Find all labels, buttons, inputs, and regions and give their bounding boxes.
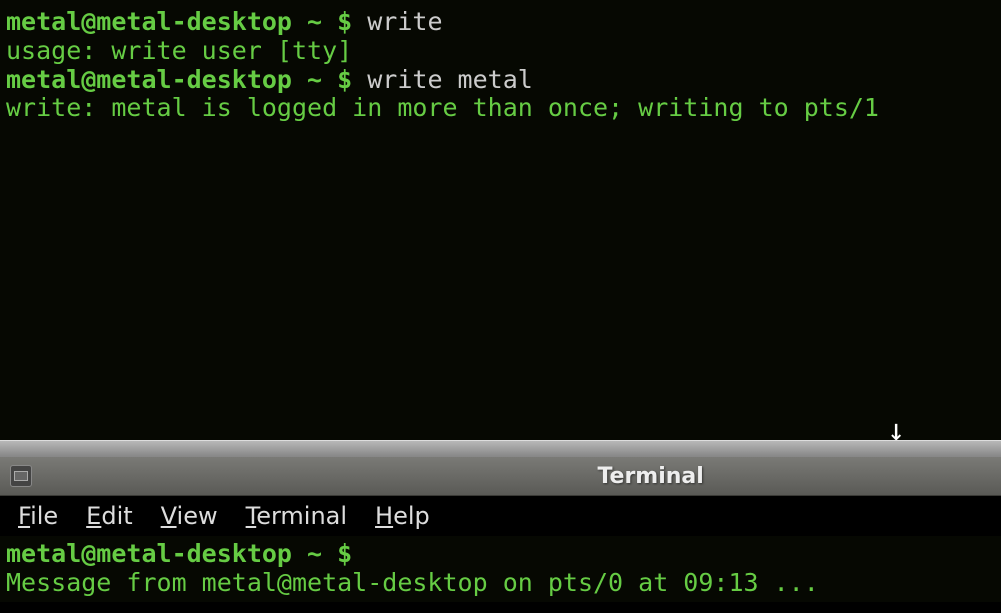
top-terminal-pane[interactable]: metal@metal-desktop ~ $ write usage: wri… — [0, 0, 1001, 440]
menu-edit[interactable]: Edit — [86, 502, 132, 530]
menubar: File Edit View Terminal Help — [0, 496, 1001, 536]
terminal-output: Message from metal@metal-desktop on pts/… — [6, 569, 995, 598]
prompt-user-host: metal@metal-desktop — [6, 539, 307, 568]
menu-file[interactable]: File — [18, 502, 58, 530]
prompt-path: ~ — [307, 65, 337, 94]
menu-terminal[interactable]: Terminal — [246, 502, 347, 530]
terminal-app-icon — [10, 465, 32, 487]
command-text: write — [367, 7, 442, 36]
window-titlebar[interactable]: Terminal — [0, 456, 1001, 496]
prompt-path: ~ — [307, 539, 337, 568]
prompt-path: ~ — [307, 7, 337, 36]
download-arrow-icon: ↓ — [887, 413, 905, 448]
command-text: write metal — [367, 65, 533, 94]
prompt-dollar: $ — [337, 7, 367, 36]
window-resize-divider[interactable]: ↓ — [0, 440, 1001, 456]
menu-help[interactable]: Help — [375, 502, 430, 530]
window-title: Terminal — [597, 464, 703, 489]
bottom-terminal-pane[interactable]: metal@metal-desktop ~ $ Message from met… — [0, 536, 1001, 602]
menu-view[interactable]: View — [161, 502, 218, 530]
prompt-user-host: metal@metal-desktop — [6, 65, 307, 94]
terminal-line: metal@metal-desktop ~ $ — [6, 540, 995, 569]
terminal-line: metal@metal-desktop ~ $ write — [6, 8, 995, 37]
terminal-line: metal@metal-desktop ~ $ write metal — [6, 66, 995, 95]
prompt-user-host: metal@metal-desktop — [6, 7, 307, 36]
terminal-output: write: metal is logged in more than once… — [6, 94, 995, 123]
terminal-output: usage: write user [tty] — [6, 37, 995, 66]
prompt-dollar: $ — [337, 539, 352, 568]
prompt-dollar: $ — [337, 65, 367, 94]
